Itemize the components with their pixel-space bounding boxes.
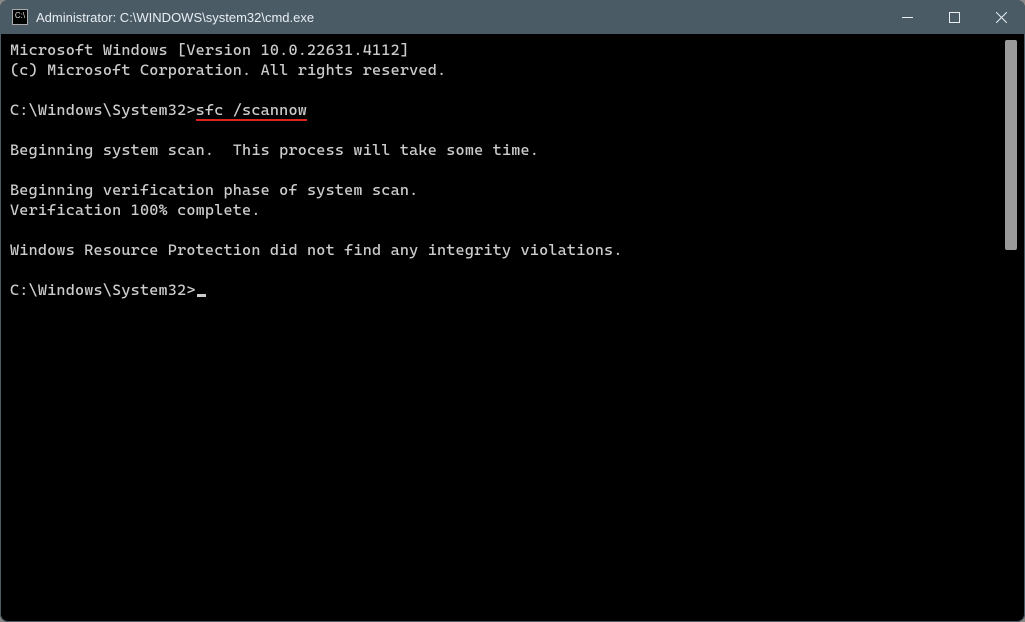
verification-begin-line: Beginning verification phase of system s… [10,181,418,199]
terminal-output: Microsoft Windows [Version 10.0.22631.41… [10,40,1015,300]
verification-complete-line: Verification 100% complete. [10,201,261,219]
close-button[interactable] [978,0,1025,34]
copyright-line: (c) Microsoft Corporation. All rights re… [10,61,446,79]
prompt-1-path: C:\Windows\System32> [10,101,196,119]
entered-command: sfc /scannow [196,101,307,121]
scan-begin-line: Beginning system scan. This process will… [10,141,539,159]
version-line: Microsoft Windows [Version 10.0.22631.41… [10,41,409,59]
minimize-button[interactable] [884,0,931,34]
vertical-scrollbar[interactable] [1005,40,1017,250]
prompt-2-path: C:\Windows\System32> [10,281,196,299]
terminal-area[interactable]: Microsoft Windows [Version 10.0.22631.41… [6,34,1019,616]
minimize-icon [902,12,913,23]
maximize-button[interactable] [931,0,978,34]
titlebar[interactable]: C:\ Administrator: C:\WINDOWS\system32\c… [0,0,1025,34]
cursor [197,294,206,297]
cmd-window: C:\ Administrator: C:\WINDOWS\system32\c… [0,0,1025,622]
close-icon [996,12,1007,23]
maximize-icon [949,12,960,23]
cmd-icon: C:\ [12,9,28,25]
window-title: Administrator: C:\WINDOWS\system32\cmd.e… [36,10,314,25]
result-line: Windows Resource Protection did not find… [10,241,623,259]
